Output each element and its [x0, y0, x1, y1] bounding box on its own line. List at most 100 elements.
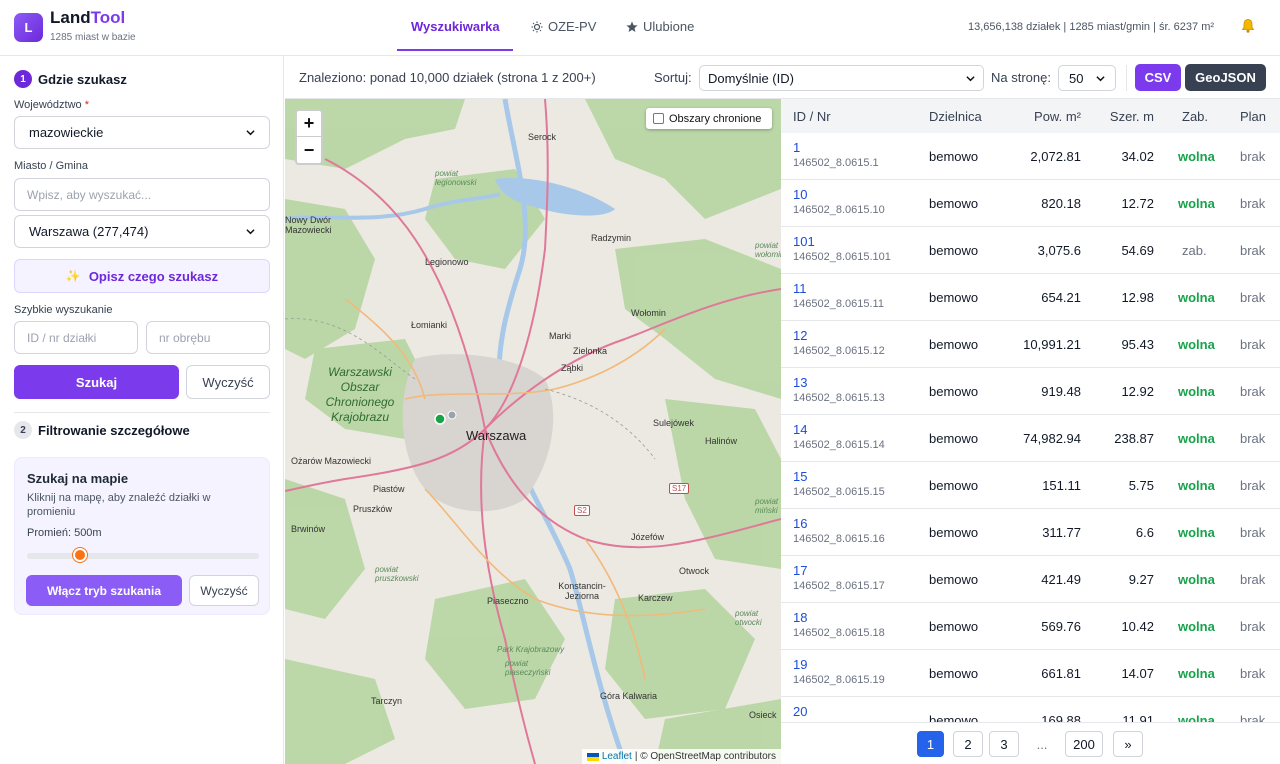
- city-search-input[interactable]: Wpisz, aby wyszukać...: [14, 178, 270, 211]
- table-row[interactable]: 20 bemowo 169.88 11.91 wolna brak: [781, 697, 1280, 722]
- zoom-out-button[interactable]: −: [297, 137, 321, 163]
- table-row[interactable]: 18 146502_8.0615.18 bemowo 569.76 10.42 wolna…: [781, 603, 1280, 650]
- step-number: 1: [14, 70, 32, 88]
- describe-search-button[interactable]: ✨ Opisz czego szukasz: [14, 259, 270, 293]
- star-icon: [626, 21, 638, 32]
- table-row[interactable]: 15 146502_8.0615.15 bemowo 151.11 5.75 wolna b…: [781, 462, 1280, 509]
- column-header-area[interactable]: Pow. m²: [1034, 109, 1081, 124]
- table-row[interactable]: 101 146502_8.0615.101 bemowo 3,075.6 54.69 za…: [781, 227, 1280, 274]
- column-header-id[interactable]: ID / Nr: [793, 109, 831, 124]
- table-row[interactable]: 16 146502_8.0615.16 bemowo 311.77 6.6 wolna br…: [781, 509, 1280, 556]
- sparkles-icon: ✨: [65, 269, 81, 283]
- column-header-plan[interactable]: Plan: [1240, 109, 1266, 124]
- district-cell: bemowo: [929, 149, 979, 164]
- status-cell: wolna: [1178, 666, 1215, 681]
- map-label: powiat miński: [755, 497, 779, 515]
- active-tab-indicator: [397, 49, 513, 51]
- map-label: powiat otwocki: [735, 609, 762, 627]
- map-view[interactable]: Serock Nowy Dwór Mazowiecki Legionowo Ra…: [285, 99, 781, 764]
- area-cell: 169.88: [1041, 713, 1081, 722]
- parcel-id-link[interactable]: 16: [793, 516, 807, 531]
- brand-name[interactable]: LandTool: [50, 8, 125, 28]
- page-button[interactable]: 1: [917, 731, 944, 757]
- voivodeship-select[interactable]: mazowieckie: [14, 116, 270, 149]
- plan-cell: brak: [1240, 525, 1266, 540]
- parcel-id-link[interactable]: 13: [793, 375, 807, 390]
- leaflet-link[interactable]: Leaflet: [602, 751, 632, 762]
- parcel-id-link[interactable]: 11: [793, 281, 807, 296]
- page-button[interactable]: 200: [1065, 731, 1103, 757]
- protected-areas-toggle[interactable]: Obszary chronione: [646, 108, 772, 129]
- bell-icon[interactable]: [1240, 18, 1256, 34]
- plan-cell: brak: [1240, 619, 1266, 634]
- map-attribution: Leaflet | © OpenStreetMap contributors: [581, 749, 781, 764]
- area-cell: 654.21: [1041, 290, 1081, 305]
- map-search-clear-button[interactable]: Wyczyść: [189, 575, 259, 606]
- export-csv-button[interactable]: CSV: [1135, 64, 1181, 91]
- enable-map-search-button[interactable]: Włącz tryb szukania: [26, 575, 182, 606]
- protected-areas-checkbox[interactable]: [653, 113, 664, 124]
- column-header-width[interactable]: Szer. m: [1110, 109, 1154, 124]
- page-button[interactable]: 3: [989, 731, 1019, 757]
- tab-wyszukiwarka[interactable]: Wyszukiwarka: [411, 19, 500, 34]
- map-label: Park Krajobrazowy: [497, 645, 565, 654]
- table-row[interactable]: 17 146502_8.0615.17 bemowo 421.49 9.27 wolna b…: [781, 556, 1280, 603]
- width-cell: 54.69: [1121, 243, 1154, 258]
- width-cell: 238.87: [1114, 431, 1154, 446]
- sort-select[interactable]: Domyślnie (ID): [699, 65, 984, 91]
- status-cell: wolna: [1178, 525, 1215, 540]
- next-page-button[interactable]: »: [1113, 731, 1143, 757]
- database-stats: 13,656,138 działek | 1285 miast/gmin | ś…: [968, 21, 1215, 33]
- radius-slider-thumb[interactable]: [73, 548, 88, 562]
- parcel-id-placeholder: ID / nr działki: [27, 330, 97, 345]
- describe-search-label: Opisz czego szukasz: [88, 268, 219, 284]
- precinct-input[interactable]: nr obrębu: [146, 321, 270, 354]
- parcel-id-link[interactable]: 1: [793, 140, 800, 155]
- table-row[interactable]: 13 146502_8.0615.13 bemowo 919.48 12.92 wolna…: [781, 368, 1280, 415]
- parcel-id-link[interactable]: 14: [793, 422, 807, 437]
- status-cell: wolna: [1178, 290, 1215, 305]
- brand-name-part2: Tool: [90, 8, 126, 27]
- table-row[interactable]: 12 146502_8.0615.12 bemowo 10,991.21 95.43 wo…: [781, 321, 1280, 368]
- parcel-id-link[interactable]: 10: [793, 187, 807, 202]
- map-label: Brwinów: [291, 524, 326, 534]
- tab-ulubione[interactable]: Ulubione: [626, 19, 694, 34]
- map-label: powiat wołomiński: [755, 241, 781, 259]
- table-row[interactable]: 19 146502_8.0615.19 bemowo 661.81 14.07 wolna…: [781, 650, 1280, 697]
- zoom-in-button[interactable]: +: [297, 111, 321, 137]
- parcel-number: 146502_8.0615.10: [793, 204, 885, 216]
- column-header-status[interactable]: Zab.: [1182, 109, 1208, 124]
- parcel-id-link[interactable]: 19: [793, 657, 807, 672]
- status-cell: zab.: [1182, 243, 1207, 258]
- plan-cell: brak: [1240, 572, 1266, 587]
- column-header-district[interactable]: Dzielnica: [929, 109, 982, 124]
- clear-button[interactable]: Wyczyść: [186, 365, 270, 399]
- results-table: ID / Nr Dzielnica Pow. m² Szer. m Zab. P…: [781, 99, 1280, 722]
- parcel-id-input[interactable]: ID / nr działki: [14, 321, 138, 354]
- parcel-id-link[interactable]: 15: [793, 469, 807, 484]
- parcel-id-link[interactable]: 101: [793, 234, 815, 249]
- parcel-id-link[interactable]: 17: [793, 563, 807, 578]
- parcel-number: 146502_8.0615.19: [793, 674, 885, 686]
- page-button[interactable]: 2: [953, 731, 983, 757]
- width-cell: 12.92: [1121, 384, 1154, 399]
- city-select[interactable]: Warszawa (277,474): [14, 215, 270, 248]
- per-page-select[interactable]: 50: [1058, 65, 1116, 91]
- table-row[interactable]: 10 146502_8.0615.10 bemowo 820.18 12.72 wolna…: [781, 180, 1280, 227]
- search-button[interactable]: Szukaj: [14, 365, 179, 399]
- table-row[interactable]: 1 146502_8.0615.1 bemowo 2,072.81 34.02 wolna…: [781, 133, 1280, 180]
- table-row[interactable]: 11 146502_8.0615.11 bemowo 654.21 12.98 wolna…: [781, 274, 1280, 321]
- parcel-id-link[interactable]: 20: [793, 704, 807, 719]
- tab-oze-pv[interactable]: OZE-PV: [531, 19, 596, 34]
- district-cell: bemowo: [929, 572, 979, 587]
- width-cell: 5.75: [1128, 478, 1154, 493]
- parcel-id-link[interactable]: 18: [793, 610, 807, 625]
- parcel-id-link[interactable]: 12: [793, 328, 807, 343]
- map-label: Góra Kalwaria: [600, 691, 658, 701]
- export-geojson-button[interactable]: GeoJSON: [1185, 64, 1266, 91]
- section-filters[interactable]: 2 Filtrowanie szczegółowe: [14, 421, 190, 439]
- table-row[interactable]: 14 146502_8.0615.14 bemowo 74,982.94 238.87 w…: [781, 415, 1280, 462]
- radius-slider[interactable]: [27, 553, 259, 559]
- area-cell: 569.76: [1041, 619, 1081, 634]
- logo-icon[interactable]: L: [14, 13, 43, 42]
